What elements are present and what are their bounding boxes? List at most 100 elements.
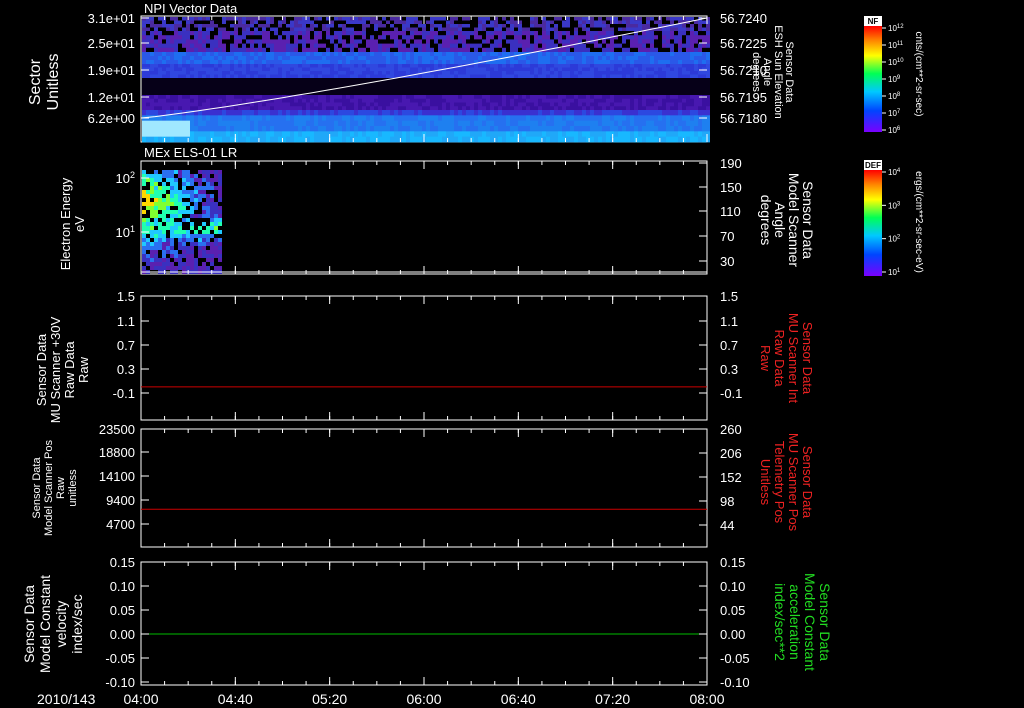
heatmap-cell	[530, 20, 534, 25]
heatmap-cell	[162, 27, 166, 32]
heatmap-cell	[690, 31, 694, 36]
heatmap-cell	[482, 35, 486, 40]
heatmap-cell	[154, 90, 158, 96]
heatmap-cell	[550, 106, 554, 111]
heatmap-cell	[670, 98, 674, 103]
heatmap-cell	[438, 102, 442, 107]
left-tick-label: -0.05	[105, 651, 135, 666]
heatmap-cell	[358, 106, 362, 111]
heatmap-cell	[482, 39, 486, 44]
heatmap-cell	[594, 43, 598, 49]
heatmap-cell	[638, 64, 642, 68]
heatmap-cell	[218, 242, 222, 246]
heatmap-cell	[502, 71, 506, 75]
heatmap-cell	[354, 47, 358, 53]
heatmap-cell	[150, 20, 154, 25]
heatmap-cell	[318, 102, 322, 107]
heatmap-cell	[554, 31, 558, 36]
heatmap-cell	[190, 74, 194, 79]
heatmap-cell	[442, 43, 446, 49]
heatmap-cell	[602, 56, 606, 61]
heatmap-cell	[638, 86, 642, 92]
heatmap-cell	[298, 82, 302, 87]
heatmap-cell	[154, 20, 158, 25]
heatmap-cell	[630, 60, 634, 65]
heatmap-cell	[290, 110, 294, 116]
heatmap-cell	[586, 56, 590, 61]
heatmap-cell	[266, 102, 270, 107]
heatmap-cell	[186, 74, 190, 79]
heatmap-cell	[182, 230, 186, 234]
heatmap-cell	[166, 60, 170, 65]
heatmap-cell	[298, 67, 302, 72]
heatmap-cell	[382, 56, 386, 61]
heatmap-cell	[206, 136, 210, 143]
heatmap-cell	[706, 31, 710, 36]
heatmap-cell	[242, 60, 246, 65]
heatmap-cell	[150, 214, 154, 218]
heatmap-cell	[178, 102, 182, 107]
heatmap-cell	[378, 17, 382, 21]
panel-3-ylabel-3: Raw	[76, 356, 91, 383]
heatmap-cell	[210, 64, 214, 68]
heatmap-cell	[334, 71, 338, 75]
heatmap-cell	[694, 82, 698, 87]
heatmap-cell	[154, 39, 158, 44]
heatmap-cell	[274, 24, 278, 28]
heatmap-cell	[190, 20, 194, 25]
heatmap-cell	[354, 78, 358, 83]
heatmap-cell	[650, 52, 654, 57]
heatmap-cell	[182, 35, 186, 40]
heatmap-cell	[182, 43, 186, 49]
heatmap-cell	[470, 86, 474, 92]
heatmap-cell	[218, 56, 222, 61]
heatmap-cell	[474, 39, 478, 44]
heatmap-cell	[370, 98, 374, 103]
heatmap-cell	[374, 86, 378, 92]
heatmap-cell	[206, 206, 210, 210]
heatmap-cell	[162, 186, 166, 190]
heatmap-cell	[698, 82, 702, 87]
heatmap-cell	[310, 95, 314, 100]
heatmap-cell	[270, 56, 274, 61]
heatmap-cell	[322, 90, 326, 96]
heatmap-cell	[190, 78, 194, 83]
heatmap-cell	[178, 194, 182, 198]
heatmap-cell	[242, 136, 246, 143]
heatmap-cell	[282, 98, 286, 103]
heatmap-cell	[470, 106, 474, 111]
heatmap-cell	[422, 27, 426, 32]
heatmap-cell	[170, 67, 174, 72]
heatmap-cell	[526, 82, 530, 87]
heatmap-cell	[334, 102, 338, 107]
heatmap-cell	[382, 90, 386, 96]
heatmap-cell	[614, 126, 618, 132]
heatmap-cell	[234, 35, 238, 40]
heatmap-cell	[514, 24, 518, 28]
heatmap-cell	[362, 136, 366, 143]
heatmap-cell	[566, 56, 570, 61]
heatmap-cell	[166, 98, 170, 103]
left-tick-label: 101	[116, 224, 135, 240]
heatmap-cell	[182, 67, 186, 72]
heatmap-cell	[254, 39, 258, 44]
heatmap-cell	[382, 95, 386, 100]
heatmap-cell	[206, 52, 210, 57]
heatmap-cell	[286, 115, 290, 122]
heatmap-cell	[286, 110, 290, 116]
heatmap-cell	[298, 24, 302, 28]
heatmap-cell	[618, 136, 622, 143]
heatmap-cell	[194, 95, 198, 100]
heatmap-cell	[510, 126, 514, 132]
heatmap-cell	[534, 56, 538, 61]
heatmap-cell	[634, 27, 638, 32]
heatmap-cell	[434, 17, 438, 21]
heatmap-cell	[346, 102, 350, 107]
heatmap-cell	[594, 115, 598, 122]
heatmap-cell	[626, 120, 630, 127]
heatmap-cell	[158, 222, 162, 226]
heatmap-cell	[634, 67, 638, 72]
heatmap-cell	[498, 115, 502, 122]
heatmap-cell	[258, 39, 262, 44]
heatmap-cell	[578, 71, 582, 75]
